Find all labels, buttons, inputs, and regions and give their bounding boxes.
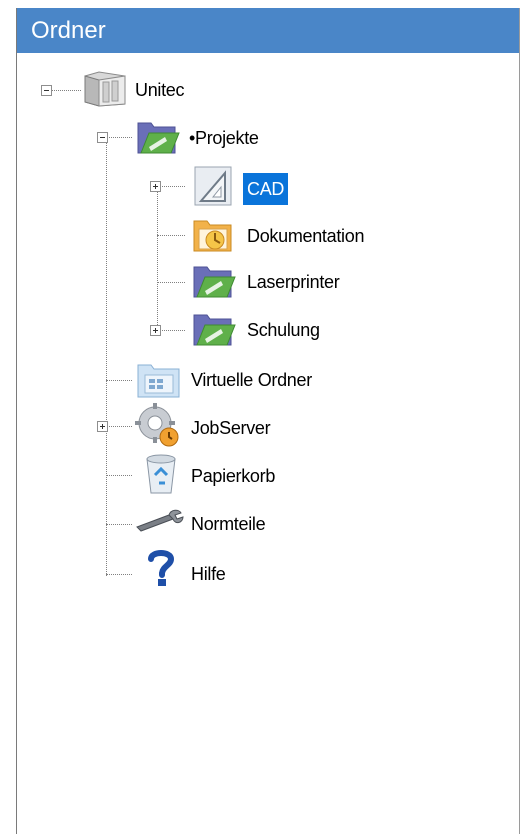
tree-line	[157, 282, 185, 283]
panel-title: Ordner	[17, 8, 519, 53]
expand-toggle[interactable]	[150, 325, 161, 336]
tree-node-label[interactable]: Laserprinter	[247, 269, 340, 295]
job-server-gear-icon	[135, 403, 179, 447]
server-folder-icon	[84, 71, 126, 107]
tree-line	[106, 524, 132, 525]
tree-node-label[interactable]: •Projekte	[189, 125, 259, 151]
tree-line	[51, 90, 81, 91]
tree-line	[106, 574, 132, 575]
tree-node-label-selected[interactable]: CAD	[243, 173, 289, 205]
tree-node-label[interactable]: Schulung	[247, 317, 320, 343]
tree-node-label[interactable]: Dokumentation	[247, 223, 364, 249]
virtual-folder-icon	[137, 364, 180, 398]
tree-line	[106, 137, 132, 138]
tree-node-label[interactable]: Hilfe	[191, 561, 226, 587]
drawing-triangle-icon	[194, 166, 232, 206]
tree-line	[106, 426, 132, 427]
folder-panel: Ordner Unitec •Projekte CAD Dokumentatio…	[16, 8, 520, 834]
recycle-bin-icon	[146, 454, 176, 494]
tree-node-label[interactable]: Papierkorb	[191, 463, 275, 489]
expand-toggle[interactable]	[97, 421, 108, 432]
project-folder-icon	[193, 266, 236, 298]
wrench-icon	[136, 509, 184, 532]
tree-line	[157, 330, 185, 331]
folder-tree[interactable]: Unitec •Projekte CAD Dokumentation Laser…	[17, 53, 519, 834]
tree-node-label[interactable]: Unitec	[135, 77, 185, 103]
tree-node-label[interactable]: Normteile	[191, 511, 266, 537]
tree-line	[157, 186, 185, 187]
tree-line	[106, 475, 132, 476]
documentation-folder-icon	[193, 220, 232, 252]
help-question-icon	[148, 550, 175, 586]
tree-line	[106, 141, 107, 576]
project-folder-icon	[137, 122, 180, 154]
tree-line	[157, 191, 158, 331]
expand-toggle[interactable]	[150, 181, 161, 192]
tree-node-label[interactable]: JobServer	[191, 415, 271, 441]
tree-line	[157, 235, 185, 236]
collapse-toggle[interactable]	[41, 85, 52, 96]
collapse-toggle[interactable]	[97, 132, 108, 143]
tree-node-label[interactable]: Virtuelle Ordner	[191, 367, 312, 393]
tree-line	[106, 380, 132, 381]
project-folder-icon	[193, 314, 236, 346]
